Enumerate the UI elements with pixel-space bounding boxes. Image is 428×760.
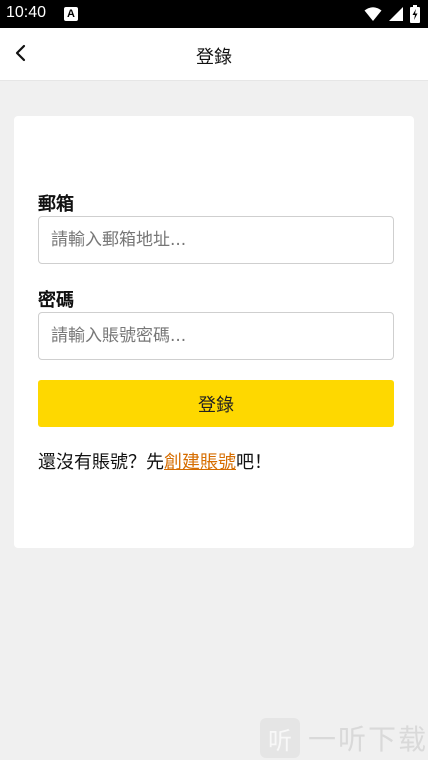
email-label: 郵箱 bbox=[38, 194, 74, 215]
status-time: 10:40 bbox=[6, 4, 47, 21]
register-suffix: 吧！ bbox=[236, 452, 272, 473]
page-title: 登錄 bbox=[196, 47, 232, 68]
notification-icon: A bbox=[64, 7, 78, 21]
battery-icon bbox=[410, 5, 420, 23]
status-icons bbox=[364, 5, 420, 23]
password-label: 密碼 bbox=[38, 290, 74, 311]
watermark: 听 一听下载 bbox=[259, 718, 428, 758]
login-button[interactable]: 登錄 bbox=[38, 380, 394, 427]
password-field[interactable] bbox=[38, 312, 394, 360]
register-prompt: 還沒有賬號？先創建賬號吧！ bbox=[38, 448, 272, 474]
signal-icon bbox=[389, 7, 403, 21]
top-app-bar: 登錄 bbox=[0, 28, 428, 81]
wifi-icon bbox=[364, 7, 382, 21]
watermark-text: 一听下载 bbox=[307, 723, 428, 756]
email-field[interactable] bbox=[38, 216, 394, 264]
watermark-logo: 听 bbox=[259, 718, 300, 758]
register-prefix: 還沒有賬號？先 bbox=[38, 452, 164, 473]
login-card: 郵箱 密碼 登錄 還沒有賬號？先創建賬號吧！ bbox=[14, 116, 414, 548]
status-bar: 10:40 A bbox=[0, 0, 428, 28]
create-account-link[interactable]: 創建賬號 bbox=[164, 452, 236, 473]
